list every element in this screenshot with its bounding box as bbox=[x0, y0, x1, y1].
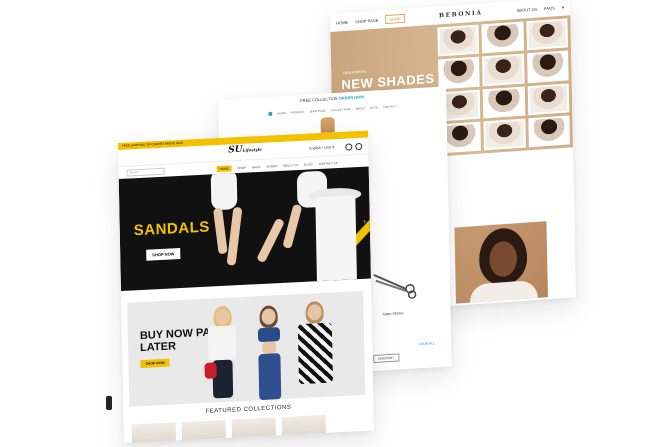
model-leg bbox=[226, 206, 243, 266]
model-leg bbox=[282, 203, 303, 249]
collection-thumb[interactable] bbox=[281, 414, 327, 442]
collection-thumb[interactable] bbox=[181, 419, 227, 443]
model-photo bbox=[526, 50, 569, 83]
portrait-image bbox=[454, 221, 548, 304]
model-leg bbox=[213, 207, 228, 255]
menu-home[interactable]: HOME bbox=[216, 164, 232, 172]
nav-faqs[interactable]: FAQS bbox=[544, 5, 555, 11]
su-logo[interactable]: SULifestyle bbox=[228, 144, 262, 156]
nav-item[interactable]: ABOUT bbox=[356, 106, 366, 111]
nav-about[interactable]: ABOUT US bbox=[517, 6, 537, 12]
hero-title: SANDALS bbox=[133, 218, 210, 240]
language-selector[interactable]: English • USD $ bbox=[309, 145, 334, 150]
nav-item[interactable]: HOME bbox=[277, 111, 285, 116]
product-label[interactable]: Salon Shears bbox=[382, 311, 403, 316]
showcase-stage: HOME SHOP PAGE SHOP BEBONIA ABOUT US FAQ… bbox=[0, 0, 655, 447]
nav-shop[interactable]: SHOP bbox=[385, 13, 405, 24]
model-photo-grid bbox=[434, 15, 573, 157]
logo-suffix: Lifestyle bbox=[242, 146, 262, 153]
nav-home[interactable]: HOME bbox=[336, 19, 348, 25]
sandal bbox=[280, 248, 295, 254]
promo-text: FREE COLLECTION bbox=[300, 95, 338, 104]
model-photo bbox=[438, 56, 480, 90]
menu-blog[interactable]: BLOG bbox=[304, 162, 312, 166]
bnpl-promo-banner: BUY NOW PAY LATER SHOP NOW bbox=[127, 290, 366, 407]
model-photo bbox=[526, 18, 568, 51]
nav-item[interactable]: BLOG bbox=[370, 105, 378, 109]
menu-shoes[interactable]: SHOES bbox=[266, 164, 277, 169]
collection-thumb[interactable] bbox=[131, 422, 177, 443]
model-photo bbox=[483, 86, 525, 119]
next-slide-arrow-icon[interactable]: › bbox=[363, 217, 366, 226]
model-leg bbox=[256, 217, 286, 264]
menu-contact[interactable]: CONTACT US bbox=[319, 161, 338, 166]
model-photo bbox=[437, 24, 480, 57]
promo-shop-now-button[interactable]: SHOP NOW bbox=[140, 358, 170, 369]
search-input[interactable]: Search bbox=[126, 167, 165, 177]
display-stand bbox=[315, 195, 357, 282]
nav-item[interactable]: SHOP PAGE bbox=[310, 109, 326, 114]
su-site-preview: FREE SHIPPING ON ORDERS ABOVE $100 SULif… bbox=[118, 130, 374, 443]
scissors-product-image bbox=[373, 273, 417, 299]
chat-widget-icon[interactable] bbox=[106, 396, 112, 410]
model-photo bbox=[528, 115, 570, 148]
model-photo bbox=[481, 21, 524, 54]
featured-collections-row bbox=[131, 414, 327, 443]
account-icon[interactable] bbox=[345, 142, 353, 151]
menu-shop[interactable]: SHOP bbox=[238, 165, 247, 169]
collection-thumb[interactable] bbox=[231, 417, 277, 443]
nav-shop-page[interactable]: SHOP PAGE bbox=[355, 17, 378, 24]
nav-item[interactable]: PRODUCT bbox=[291, 110, 305, 115]
nav-item[interactable]: CONTACT bbox=[383, 104, 396, 109]
model-photo bbox=[483, 118, 526, 151]
hero-shop-now-button[interactable]: SHOP NOW bbox=[146, 247, 181, 261]
cart-icon[interactable]: ● bbox=[562, 4, 565, 9]
model-photo bbox=[527, 82, 570, 116]
logo-text: SU bbox=[228, 144, 243, 156]
promo-highlight[interactable]: ORDER NOW bbox=[339, 94, 364, 101]
discount-button[interactable]: DISCOUNT bbox=[373, 353, 400, 363]
bebonia-logo[interactable]: BEBONIA bbox=[412, 7, 510, 21]
sandals-hero-banner: SANDALS SHOP NOW › bbox=[118, 166, 371, 291]
logo-dot-icon bbox=[268, 111, 273, 116]
view-all-link[interactable]: VIEW ALL bbox=[419, 341, 435, 346]
sandal bbox=[256, 261, 271, 268]
nav-item[interactable]: COLLECTIONS bbox=[331, 107, 351, 112]
menu-about[interactable]: ABOUT US bbox=[283, 163, 298, 168]
menu-bags[interactable]: BAGS bbox=[252, 164, 260, 168]
hero-tag: NEW ARRIVAL bbox=[343, 69, 367, 76]
sandal bbox=[234, 264, 249, 271]
sandal bbox=[208, 253, 223, 260]
model-photo bbox=[482, 53, 525, 86]
cart-icon[interactable] bbox=[355, 142, 363, 150]
model-dress bbox=[210, 169, 238, 211]
